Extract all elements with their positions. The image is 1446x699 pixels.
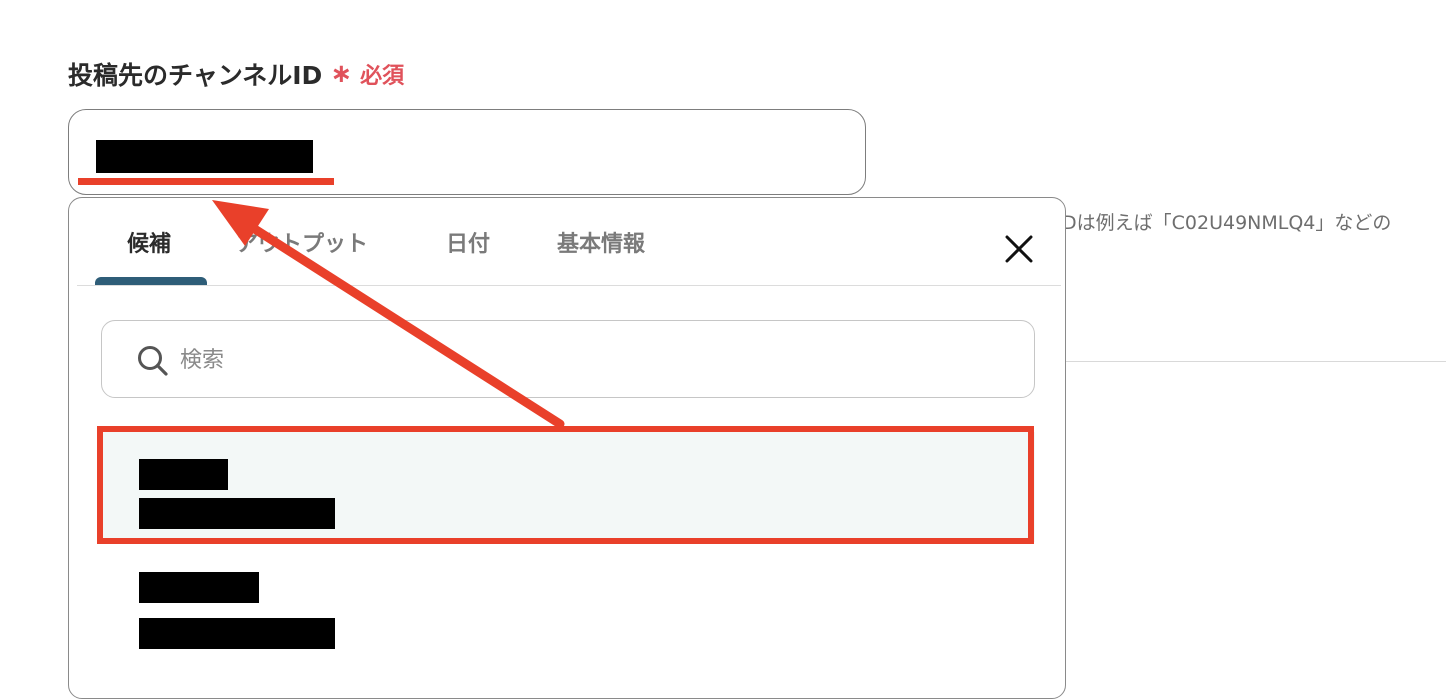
- channel-option[interactable]: [99, 432, 1035, 542]
- option-id-redacted: [139, 618, 335, 649]
- field-label: 投稿先のチャンネルID ∗ 必須: [68, 56, 404, 92]
- option-name-redacted: [139, 459, 228, 490]
- field-label-text: 投稿先のチャンネルID: [68, 61, 323, 90]
- suggestion-popup: 候補 アウトプット 日付 基本情報: [68, 197, 1066, 699]
- active-tab-indicator: [95, 277, 207, 285]
- option-name-redacted: [139, 572, 259, 603]
- required-badge: 必須: [360, 64, 405, 89]
- tab-divider: [77, 285, 1061, 286]
- close-icon[interactable]: [1001, 231, 1037, 267]
- tab-date[interactable]: 日付: [446, 228, 490, 262]
- section-divider: [1066, 361, 1446, 362]
- tab-basic-info[interactable]: 基本情報: [557, 228, 645, 262]
- required-mark: ∗: [330, 59, 353, 89]
- search-box[interactable]: [101, 320, 1035, 398]
- hint-text: Dは例えば「C02U49NMLQ4」などの: [1062, 212, 1392, 234]
- option-id-redacted: [139, 498, 335, 529]
- channel-option[interactable]: [99, 552, 1035, 662]
- redacted-channel-value: [96, 140, 313, 173]
- annotation-underline: [78, 178, 334, 185]
- search-icon: [138, 346, 168, 376]
- tab-output[interactable]: アウトプット: [236, 228, 368, 262]
- tab-candidates[interactable]: 候補: [127, 228, 171, 262]
- search-input[interactable]: [178, 339, 1002, 381]
- close-icon-glyph: [1005, 235, 1033, 263]
